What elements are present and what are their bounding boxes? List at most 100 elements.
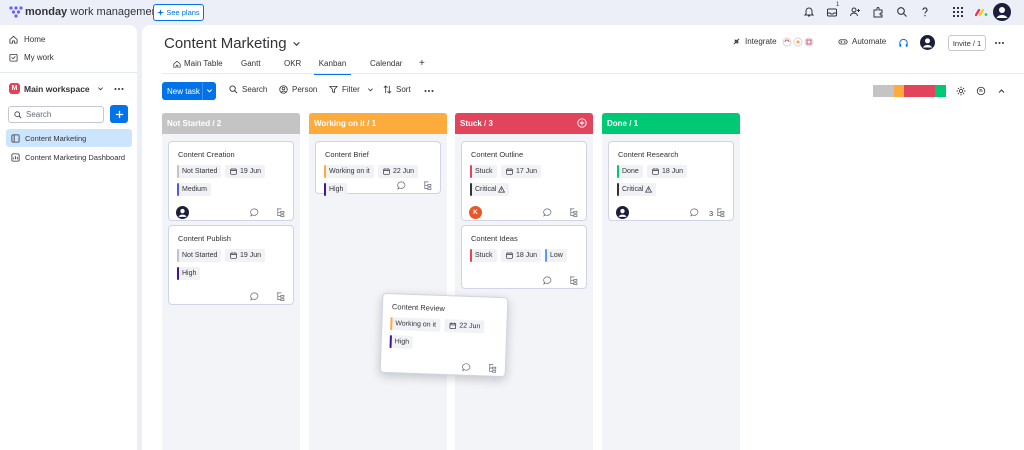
date-chip[interactable]: 17 Jun bbox=[501, 165, 542, 178]
updates-chat-icon[interactable] bbox=[462, 363, 471, 372]
collapse-chevron-up-icon[interactable] bbox=[997, 87, 1006, 95]
sidebar-item-home[interactable]: Home bbox=[9, 35, 45, 44]
date-chip[interactable]: 19 Jun bbox=[225, 249, 266, 262]
date-chip[interactable]: 18 Jun bbox=[647, 165, 688, 178]
priority-chip[interactable]: Medium bbox=[177, 183, 211, 196]
date-chip[interactable]: 18 Jun bbox=[501, 249, 542, 262]
subitems-button[interactable] bbox=[276, 208, 285, 217]
apps-puzzle-icon[interactable] bbox=[872, 6, 884, 18]
subitems-button[interactable] bbox=[569, 208, 578, 217]
board-title[interactable]: Content Marketing bbox=[164, 35, 301, 52]
card-title[interactable]: Content Research bbox=[618, 150, 678, 159]
subitems-icon[interactable] bbox=[716, 208, 725, 217]
user-avatar-icon[interactable] bbox=[993, 3, 1011, 21]
chevron-down-icon[interactable] bbox=[206, 87, 213, 94]
invite-button[interactable]: Invite / 1 bbox=[948, 35, 986, 51]
priority-chip[interactable]: High bbox=[177, 267, 201, 280]
priority-chip[interactable]: High bbox=[324, 183, 348, 196]
assignee-avatar[interactable] bbox=[176, 206, 189, 219]
kanban-card[interactable]: Content Brief Working on it 22 Jun High bbox=[315, 141, 441, 196]
card-title[interactable]: Content Publish bbox=[178, 234, 231, 243]
column-header[interactable]: Working on it / 1 bbox=[309, 113, 447, 134]
headset-icon[interactable] bbox=[898, 38, 909, 49]
updates-button[interactable] bbox=[543, 208, 552, 217]
updates-chat-icon[interactable] bbox=[543, 208, 552, 217]
updates-chat-icon[interactable] bbox=[690, 208, 699, 217]
priority-chip[interactable]: Low bbox=[545, 249, 567, 262]
invite-members-icon[interactable] bbox=[849, 6, 861, 18]
updates-button[interactable] bbox=[462, 363, 471, 372]
add-card-plus-icon[interactable] bbox=[577, 118, 587, 128]
card-title[interactable]: Content Review bbox=[392, 302, 445, 313]
logo-text[interactable]: monday work management bbox=[25, 6, 161, 18]
more-options-icon[interactable] bbox=[994, 41, 1005, 45]
updates-button[interactable] bbox=[397, 181, 406, 190]
subitems-button[interactable] bbox=[716, 208, 725, 217]
status-chip[interactable]: Not Started bbox=[177, 165, 222, 178]
updates-button[interactable] bbox=[690, 208, 699, 217]
card-title[interactable]: Content Outline bbox=[471, 150, 523, 159]
subitems-button[interactable] bbox=[423, 181, 432, 190]
column-header[interactable]: Done / 1 bbox=[602, 113, 740, 134]
help-icon[interactable] bbox=[919, 6, 931, 18]
see-plans-button[interactable]: See plans bbox=[153, 4, 204, 21]
updates-chat-icon[interactable] bbox=[543, 276, 552, 285]
automate-button[interactable]: Automate bbox=[838, 37, 886, 46]
sort-button[interactable]: Sort bbox=[383, 85, 411, 94]
subitems-button[interactable] bbox=[488, 364, 497, 373]
integrate-button[interactable]: Integrate bbox=[732, 37, 777, 46]
kanban-card[interactable]: Content Research Done 18 Jun Critical 3 bbox=[608, 141, 734, 221]
grid-menu-icon[interactable] bbox=[952, 6, 964, 18]
updates-chat-icon[interactable] bbox=[397, 181, 406, 190]
column-header[interactable]: Not Started / 2 bbox=[162, 113, 300, 134]
subitems-icon[interactable] bbox=[569, 208, 578, 217]
bell-icon[interactable] bbox=[803, 6, 815, 18]
sidebar-item-my-work[interactable]: My work bbox=[9, 53, 54, 62]
subitems-icon[interactable] bbox=[488, 364, 497, 373]
sidebar-search-input[interactable]: Search bbox=[8, 106, 104, 123]
person-avatar-icon[interactable] bbox=[176, 206, 189, 219]
kanban-card[interactable]: Content Creation Not Started 19 Jun Medium bbox=[168, 141, 294, 221]
status-chip[interactable]: Not Started bbox=[177, 249, 222, 262]
assignee-avatar[interactable]: K bbox=[469, 206, 482, 219]
chat-icon[interactable] bbox=[976, 86, 986, 96]
updates-button[interactable] bbox=[543, 276, 552, 285]
person-avatar-icon[interactable] bbox=[616, 206, 629, 219]
status-chip[interactable]: Done bbox=[617, 165, 643, 178]
card-title[interactable]: Content Creation bbox=[178, 150, 235, 159]
tab-gantt[interactable]: Gantt bbox=[241, 59, 261, 73]
card-title[interactable]: Content Brief bbox=[325, 150, 369, 159]
tab-main-table[interactable]: Main Table bbox=[173, 59, 223, 73]
status-chip[interactable]: Stuck bbox=[470, 249, 497, 262]
subitems-icon[interactable] bbox=[276, 292, 285, 301]
add-view-button[interactable]: + bbox=[419, 58, 425, 74]
board-owner-avatar[interactable] bbox=[920, 35, 935, 50]
date-chip[interactable]: 22 Jun bbox=[444, 319, 485, 334]
status-chip[interactable]: Working on it bbox=[390, 317, 441, 332]
subitems-button[interactable] bbox=[569, 276, 578, 285]
search-button[interactable]: Search bbox=[229, 85, 267, 94]
sidebar-board-content-marketing[interactable]: Content Marketing bbox=[6, 129, 132, 147]
filter-button[interactable]: Filter bbox=[329, 85, 374, 94]
add-board-button[interactable] bbox=[110, 105, 128, 123]
more-options-icon[interactable] bbox=[114, 87, 124, 91]
subitems-icon[interactable] bbox=[276, 208, 285, 217]
priority-chip[interactable]: Critical bbox=[470, 183, 510, 196]
kanban-card[interactable]: Content Ideas Stuck 18 Jun Low bbox=[461, 225, 587, 289]
sidebar-board-dashboard[interactable]: Content Marketing Dashboard bbox=[6, 148, 132, 166]
date-chip[interactable]: 19 Jun bbox=[225, 165, 266, 178]
search-icon[interactable] bbox=[896, 6, 908, 18]
date-chip[interactable]: 22 Jun bbox=[378, 165, 419, 178]
subitems-icon[interactable] bbox=[423, 181, 432, 190]
updates-chat-icon[interactable] bbox=[250, 292, 259, 301]
assignee-avatar[interactable] bbox=[616, 206, 629, 219]
status-chip[interactable]: Stuck bbox=[470, 165, 497, 178]
updates-button[interactable] bbox=[250, 292, 259, 301]
status-summary-bar[interactable] bbox=[873, 85, 946, 97]
new-task-button[interactable]: New task bbox=[162, 82, 216, 100]
workspace-selector[interactable]: M Main workspace bbox=[9, 83, 104, 94]
subitems-button[interactable] bbox=[276, 292, 285, 301]
priority-chip[interactable]: High bbox=[389, 335, 414, 349]
settings-gear-icon[interactable] bbox=[956, 86, 966, 96]
priority-chip[interactable]: Critical bbox=[617, 183, 657, 196]
